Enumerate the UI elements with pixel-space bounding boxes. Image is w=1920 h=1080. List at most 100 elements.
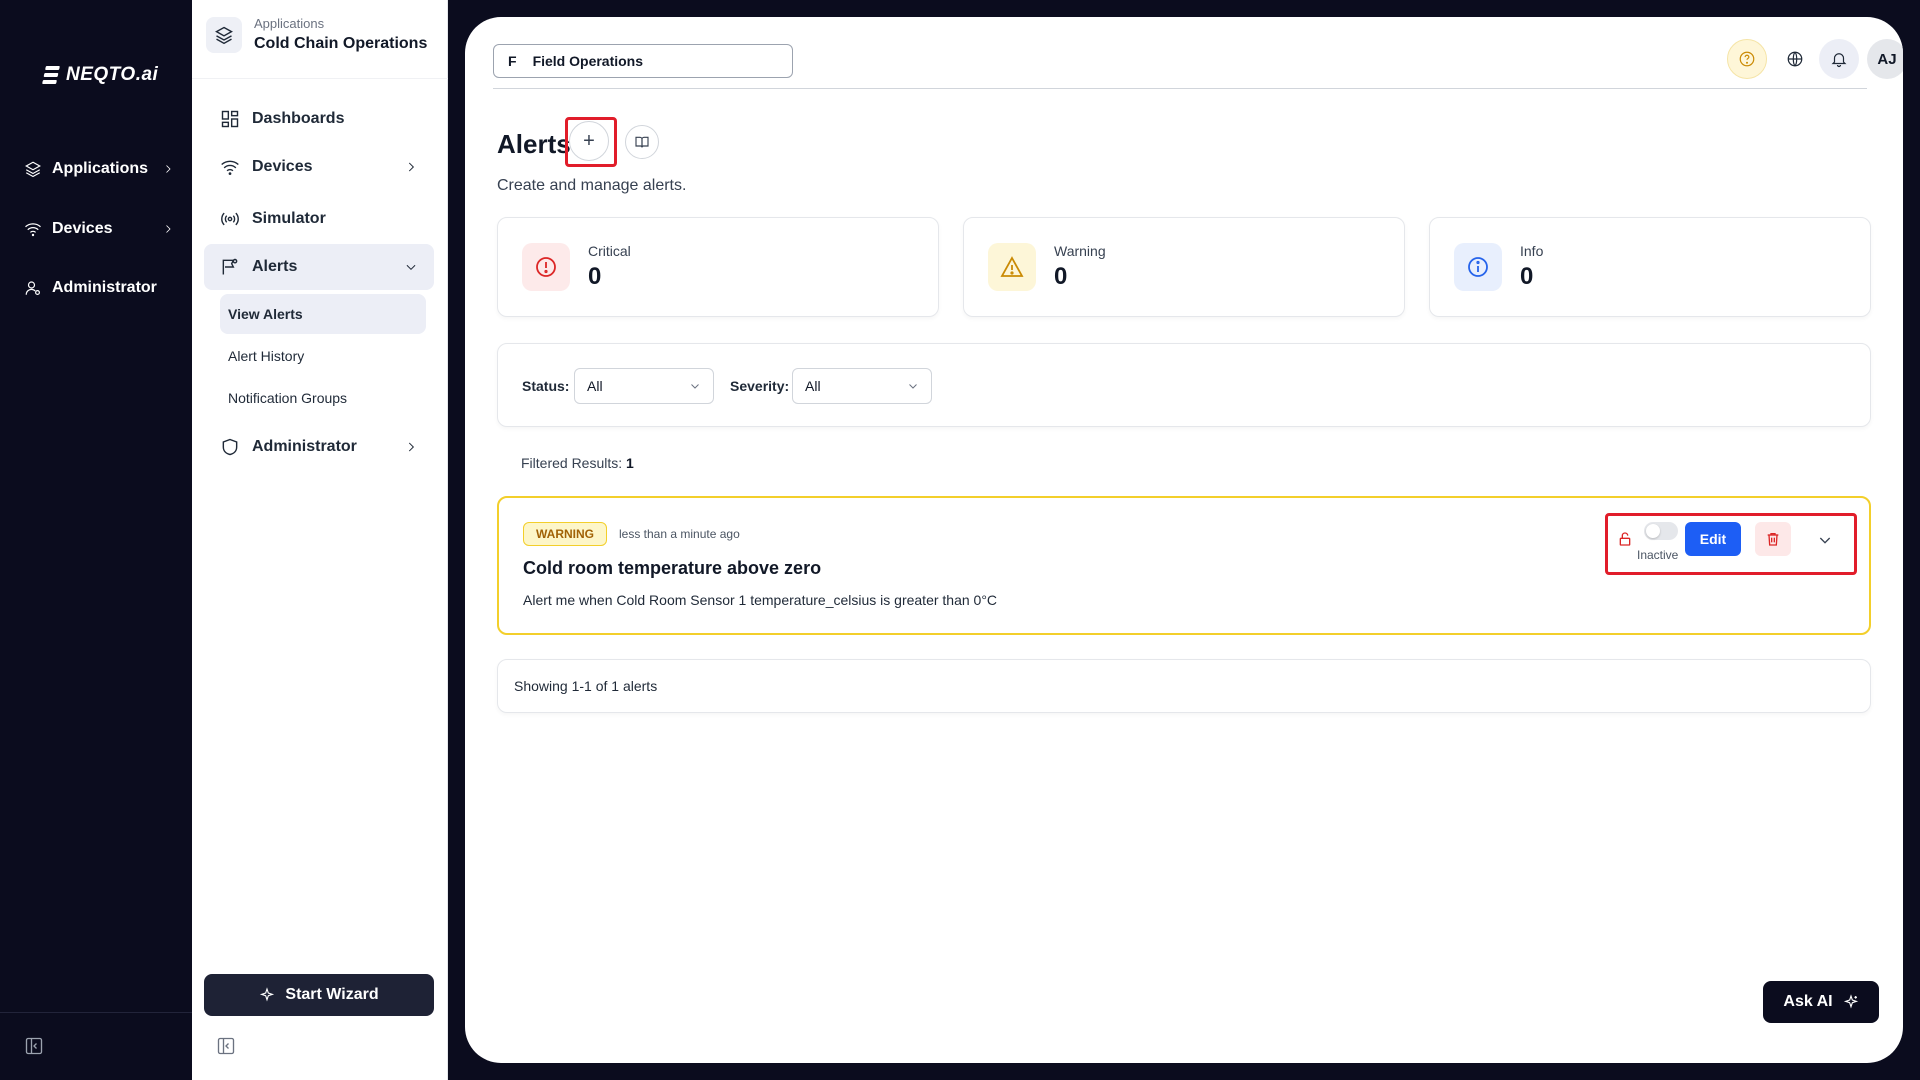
wifi-icon bbox=[221, 160, 239, 176]
alert-description: Alert me when Cold Room Sensor 1 tempera… bbox=[523, 592, 998, 608]
rail-item-applications[interactable]: Applications bbox=[24, 154, 174, 184]
logo-mark-icon bbox=[42, 66, 60, 84]
wifi-icon bbox=[25, 223, 41, 237]
trash-icon bbox=[1767, 533, 1779, 546]
page-subtitle: Create and manage alerts. bbox=[497, 177, 687, 194]
sidebar-subitem-notification-groups[interactable]: Notification Groups bbox=[220, 378, 426, 418]
rail-divider bbox=[0, 1012, 192, 1013]
sidebar-subitem-alert-history[interactable]: Alert History bbox=[220, 336, 426, 376]
flag-message-icon bbox=[222, 258, 238, 275]
stat-card-critical: Critical 0 bbox=[497, 217, 939, 317]
rail-item-label: Devices bbox=[52, 220, 113, 237]
stat-card-warning: Warning 0 bbox=[963, 217, 1405, 317]
showing-text: Showing 1-1 of 1 alerts bbox=[514, 678, 658, 694]
sidebar-item-dashboards[interactable]: Dashboards bbox=[204, 96, 434, 142]
delete-button[interactable] bbox=[1755, 522, 1791, 556]
chevron-right-icon bbox=[166, 165, 171, 173]
sidebar-item-label: Simulator bbox=[252, 210, 326, 227]
stat-value: 0 bbox=[1054, 263, 1068, 290]
alert-timestamp: less than a minute ago bbox=[619, 527, 740, 541]
stat-value: 0 bbox=[588, 263, 602, 290]
sidebar-divider bbox=[192, 78, 448, 79]
sidebar-subitem-view-alerts[interactable]: View Alerts bbox=[220, 294, 426, 334]
filtered-results-label: Filtered Results: bbox=[521, 455, 623, 471]
sidebar-item-simulator[interactable]: Simulator bbox=[204, 196, 434, 242]
status-filter-value: All bbox=[587, 378, 603, 394]
filter-card: Status: All Severity: All bbox=[497, 343, 1871, 427]
sparkle-icon bbox=[1843, 994, 1858, 1009]
bell-icon bbox=[1831, 53, 1847, 68]
panel-collapse-icon bbox=[217, 1037, 235, 1055]
chevron-right-icon bbox=[408, 442, 415, 452]
toggle-status-label: Inactive bbox=[1637, 548, 1679, 562]
active-toggle[interactable] bbox=[1644, 522, 1678, 540]
stat-label: Warning bbox=[1054, 243, 1106, 259]
chevron-down-icon bbox=[691, 384, 699, 389]
chevron-right-icon bbox=[166, 225, 171, 233]
app-name: Cold Chain Operations bbox=[254, 35, 428, 52]
brand-name: NEQTO.ai bbox=[66, 64, 159, 85]
page-title: Alerts bbox=[497, 129, 571, 159]
collapse-sidebar-button[interactable] bbox=[216, 1036, 236, 1056]
rail-item-devices[interactable]: Devices bbox=[24, 214, 174, 244]
alert-title: Cold room temperature above zero bbox=[523, 558, 822, 578]
info-icon bbox=[1454, 243, 1502, 291]
edit-button[interactable]: Edit bbox=[1685, 522, 1741, 556]
stat-value: 0 bbox=[1520, 263, 1534, 290]
sidebar-item-alerts[interactable]: Alerts bbox=[204, 244, 434, 290]
book-open-icon bbox=[635, 136, 649, 148]
severity-filter-label: Severity: bbox=[730, 378, 790, 394]
user-cog-icon bbox=[25, 281, 40, 295]
globe-icon bbox=[1787, 51, 1803, 67]
stat-card-info: Info 0 bbox=[1429, 217, 1871, 317]
add-alert-button[interactable]: + bbox=[569, 121, 609, 161]
sparkle-icon bbox=[260, 987, 275, 1002]
rail-item-label: Administrator bbox=[52, 279, 157, 296]
severity-filter-value: All bbox=[805, 378, 821, 394]
ask-ai-button[interactable]: Ask AI bbox=[1763, 981, 1879, 1023]
help-icon bbox=[1739, 51, 1755, 67]
workspace-name: Field Operations bbox=[532, 53, 644, 69]
layers-icon bbox=[206, 16, 242, 53]
app-section-label: Applications bbox=[254, 16, 325, 31]
brand-logo[interactable]: NEQTO.ai bbox=[42, 64, 159, 86]
start-wizard-button[interactable]: Start Wizard bbox=[204, 974, 434, 1016]
plus-icon: + bbox=[583, 129, 595, 152]
severity-badge: WARNING bbox=[523, 522, 607, 546]
lock-icon bbox=[1617, 530, 1633, 553]
chevron-down-icon bbox=[1819, 537, 1831, 544]
alert-card[interactable]: WARNING less than a minute ago Cold room… bbox=[497, 496, 1871, 635]
shield-icon bbox=[222, 438, 238, 456]
chevron-right-icon bbox=[408, 162, 415, 172]
notifications-button[interactable] bbox=[1819, 39, 1859, 79]
warning-triangle-icon bbox=[988, 243, 1036, 291]
chevron-down-icon bbox=[909, 384, 917, 389]
broadcast-icon bbox=[221, 212, 239, 226]
docs-button[interactable] bbox=[625, 125, 659, 159]
filtered-results: Filtered Results: 1 bbox=[521, 455, 634, 471]
severity-filter-select[interactable]: All bbox=[792, 368, 932, 404]
status-filter-label: Status: bbox=[522, 378, 570, 394]
workspace-letter: F bbox=[508, 53, 517, 69]
avatar[interactable]: AJ bbox=[1867, 39, 1903, 79]
sidebar-item-administrator[interactable]: Administrator bbox=[204, 424, 434, 470]
sidebar-item-label: Alerts bbox=[252, 258, 298, 275]
chevron-down-icon bbox=[406, 264, 416, 271]
start-wizard-label: Start Wizard bbox=[285, 986, 379, 1003]
help-button[interactable] bbox=[1727, 39, 1767, 79]
primary-rail: NEQTO.ai Applications Devices Administra… bbox=[0, 0, 192, 1080]
panel-collapse-icon bbox=[25, 1037, 43, 1055]
expand-button[interactable] bbox=[1813, 528, 1837, 552]
app-switcher[interactable]: Applications Cold Chain Operations bbox=[206, 16, 427, 53]
layers-icon bbox=[25, 161, 41, 178]
dashboard-grid-icon bbox=[221, 110, 239, 128]
alert-circle-icon bbox=[522, 243, 570, 291]
rail-item-administrator[interactable]: Administrator bbox=[24, 273, 174, 303]
sidebar-item-label: Administrator bbox=[252, 438, 357, 455]
status-filter-select[interactable]: All bbox=[574, 368, 714, 404]
sidebar-item-devices[interactable]: Devices bbox=[204, 144, 434, 190]
collapse-rail-button[interactable] bbox=[24, 1036, 44, 1056]
main-panel: F Field Operations AJ Alerts + Create an… bbox=[465, 17, 1903, 1063]
workspace-selector[interactable]: F Field Operations bbox=[493, 44, 793, 78]
language-button[interactable] bbox=[1775, 39, 1815, 79]
